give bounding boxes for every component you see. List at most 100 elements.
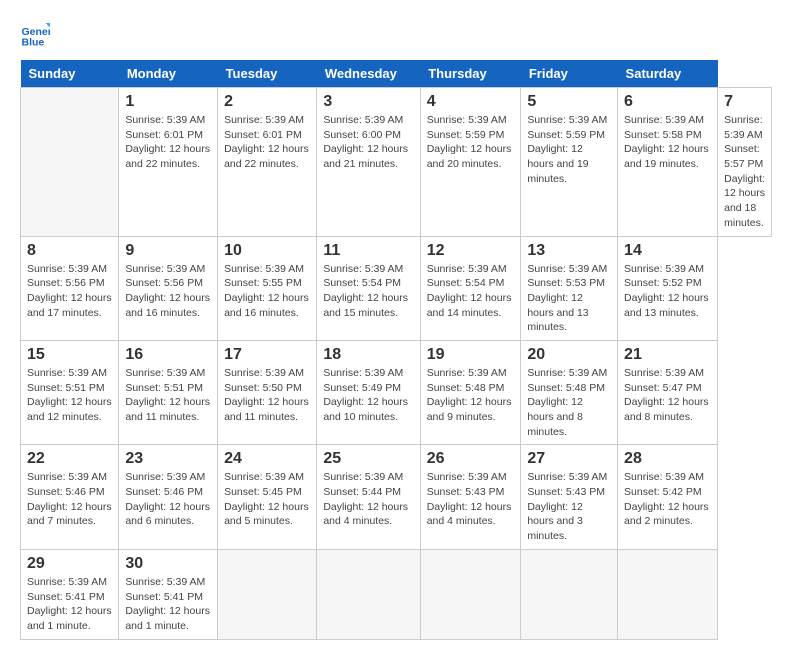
day-number: 6 — [624, 93, 711, 111]
day-number: 11 — [323, 242, 413, 260]
day-number: 29 — [27, 555, 112, 573]
day-number: 17 — [224, 346, 310, 364]
day-cell-21: 21 Sunrise: 5:39 AM Sunset: 5:47 PM Dayl… — [618, 340, 718, 444]
col-header-monday: Monday — [119, 60, 218, 88]
day-info: Sunrise: 5:39 AM Sunset: 5:48 PM Dayligh… — [527, 366, 611, 439]
day-cell-5: 5 Sunrise: 5:39 AM Sunset: 5:59 PM Dayli… — [521, 88, 618, 237]
day-cell-9: 9 Sunrise: 5:39 AM Sunset: 5:56 PM Dayli… — [119, 236, 218, 340]
day-info: Sunrise: 5:39 AM Sunset: 5:44 PM Dayligh… — [323, 470, 413, 529]
day-number: 9 — [125, 242, 211, 260]
week-row-5: 29 Sunrise: 5:39 AM Sunset: 5:41 PM Dayl… — [21, 549, 772, 639]
day-number: 24 — [224, 450, 310, 468]
day-cell-25: 25 Sunrise: 5:39 AM Sunset: 5:44 PM Dayl… — [317, 445, 420, 549]
day-info: Sunrise: 5:39 AM Sunset: 5:55 PM Dayligh… — [224, 262, 310, 321]
empty-cell — [420, 549, 521, 639]
calendar-body: 1 Sunrise: 5:39 AM Sunset: 6:01 PM Dayli… — [21, 88, 772, 640]
day-cell-15: 15 Sunrise: 5:39 AM Sunset: 5:51 PM Dayl… — [21, 340, 119, 444]
day-cell-17: 17 Sunrise: 5:39 AM Sunset: 5:50 PM Dayl… — [218, 340, 317, 444]
day-cell-20: 20 Sunrise: 5:39 AM Sunset: 5:48 PM Dayl… — [521, 340, 618, 444]
day-info: Sunrise: 5:39 AM Sunset: 5:58 PM Dayligh… — [624, 113, 711, 172]
day-number: 8 — [27, 242, 112, 260]
day-info: Sunrise: 5:39 AM Sunset: 6:01 PM Dayligh… — [125, 113, 211, 172]
logo-icon: General Blue — [20, 20, 50, 50]
day-info: Sunrise: 5:39 AM Sunset: 5:52 PM Dayligh… — [624, 262, 711, 321]
day-cell-2: 2 Sunrise: 5:39 AM Sunset: 6:01 PM Dayli… — [218, 88, 317, 237]
day-number: 20 — [527, 346, 611, 364]
day-number: 12 — [427, 242, 515, 260]
day-info: Sunrise: 5:39 AM Sunset: 5:46 PM Dayligh… — [27, 470, 112, 529]
col-header-wednesday: Wednesday — [317, 60, 420, 88]
day-info: Sunrise: 5:39 AM Sunset: 5:49 PM Dayligh… — [323, 366, 413, 425]
day-cell-14: 14 Sunrise: 5:39 AM Sunset: 5:52 PM Dayl… — [618, 236, 718, 340]
col-header-saturday: Saturday — [618, 60, 718, 88]
day-info: Sunrise: 5:39 AM Sunset: 5:41 PM Dayligh… — [125, 575, 211, 634]
empty-cell — [618, 549, 718, 639]
day-cell-29: 29 Sunrise: 5:39 AM Sunset: 5:41 PM Dayl… — [21, 549, 119, 639]
day-info: Sunrise: 5:39 AM Sunset: 6:00 PM Dayligh… — [323, 113, 413, 172]
day-number: 10 — [224, 242, 310, 260]
day-number: 22 — [27, 450, 112, 468]
day-number: 25 — [323, 450, 413, 468]
day-info: Sunrise: 5:39 AM Sunset: 5:53 PM Dayligh… — [527, 262, 611, 335]
day-info: Sunrise: 5:39 AM Sunset: 5:46 PM Dayligh… — [125, 470, 211, 529]
week-row-3: 15 Sunrise: 5:39 AM Sunset: 5:51 PM Dayl… — [21, 340, 772, 444]
day-number: 23 — [125, 450, 211, 468]
day-cell-23: 23 Sunrise: 5:39 AM Sunset: 5:46 PM Dayl… — [119, 445, 218, 549]
day-info: Sunrise: 5:39 AM Sunset: 5:42 PM Dayligh… — [624, 470, 711, 529]
day-cell-27: 27 Sunrise: 5:39 AM Sunset: 5:43 PM Dayl… — [521, 445, 618, 549]
logo: General Blue — [20, 20, 54, 50]
svg-text:Blue: Blue — [22, 37, 45, 49]
day-number: 1 — [125, 93, 211, 111]
day-number: 28 — [624, 450, 711, 468]
day-number: 15 — [27, 346, 112, 364]
day-number: 2 — [224, 93, 310, 111]
day-cell-24: 24 Sunrise: 5:39 AM Sunset: 5:45 PM Dayl… — [218, 445, 317, 549]
day-number: 7 — [724, 93, 765, 111]
day-cell-12: 12 Sunrise: 5:39 AM Sunset: 5:54 PM Dayl… — [420, 236, 521, 340]
day-number: 18 — [323, 346, 413, 364]
day-number: 16 — [125, 346, 211, 364]
day-info: Sunrise: 5:39 AM Sunset: 5:56 PM Dayligh… — [125, 262, 211, 321]
col-header-sunday: Sunday — [21, 60, 119, 88]
day-info: Sunrise: 5:39 AM Sunset: 5:54 PM Dayligh… — [323, 262, 413, 321]
day-info: Sunrise: 5:39 AM Sunset: 5:43 PM Dayligh… — [527, 470, 611, 543]
day-info: Sunrise: 5:39 AM Sunset: 5:45 PM Dayligh… — [224, 470, 310, 529]
day-cell-4: 4 Sunrise: 5:39 AM Sunset: 5:59 PM Dayli… — [420, 88, 521, 237]
day-info: Sunrise: 5:39 AM Sunset: 5:59 PM Dayligh… — [527, 113, 611, 186]
calendar-header-row: SundayMondayTuesdayWednesdayThursdayFrid… — [21, 60, 772, 88]
day-number: 26 — [427, 450, 515, 468]
day-info: Sunrise: 5:39 AM Sunset: 5:59 PM Dayligh… — [427, 113, 515, 172]
day-info: Sunrise: 5:39 AM Sunset: 5:41 PM Dayligh… — [27, 575, 112, 634]
empty-cell — [521, 549, 618, 639]
day-info: Sunrise: 5:39 AM Sunset: 5:51 PM Dayligh… — [125, 366, 211, 425]
day-number: 5 — [527, 93, 611, 111]
day-number: 14 — [624, 242, 711, 260]
day-number: 19 — [427, 346, 515, 364]
day-info: Sunrise: 5:39 AM Sunset: 5:57 PM Dayligh… — [724, 113, 765, 231]
day-info: Sunrise: 5:39 AM Sunset: 5:51 PM Dayligh… — [27, 366, 112, 425]
empty-cell — [218, 549, 317, 639]
col-header-friday: Friday — [521, 60, 618, 88]
day-info: Sunrise: 5:39 AM Sunset: 5:54 PM Dayligh… — [427, 262, 515, 321]
day-number: 13 — [527, 242, 611, 260]
day-cell-26: 26 Sunrise: 5:39 AM Sunset: 5:43 PM Dayl… — [420, 445, 521, 549]
week-row-2: 8 Sunrise: 5:39 AM Sunset: 5:56 PM Dayli… — [21, 236, 772, 340]
day-cell-3: 3 Sunrise: 5:39 AM Sunset: 6:00 PM Dayli… — [317, 88, 420, 237]
day-info: Sunrise: 5:39 AM Sunset: 5:56 PM Dayligh… — [27, 262, 112, 321]
day-info: Sunrise: 5:39 AM Sunset: 5:47 PM Dayligh… — [624, 366, 711, 425]
day-number: 21 — [624, 346, 711, 364]
day-info: Sunrise: 5:39 AM Sunset: 5:48 PM Dayligh… — [427, 366, 515, 425]
day-cell-16: 16 Sunrise: 5:39 AM Sunset: 5:51 PM Dayl… — [119, 340, 218, 444]
calendar-table: SundayMondayTuesdayWednesdayThursdayFrid… — [20, 60, 772, 640]
day-number: 27 — [527, 450, 611, 468]
day-cell-30: 30 Sunrise: 5:39 AM Sunset: 5:41 PM Dayl… — [119, 549, 218, 639]
day-info: Sunrise: 5:39 AM Sunset: 5:43 PM Dayligh… — [427, 470, 515, 529]
day-cell-10: 10 Sunrise: 5:39 AM Sunset: 5:55 PM Dayl… — [218, 236, 317, 340]
week-row-4: 22 Sunrise: 5:39 AM Sunset: 5:46 PM Dayl… — [21, 445, 772, 549]
day-cell-6: 6 Sunrise: 5:39 AM Sunset: 5:58 PM Dayli… — [618, 88, 718, 237]
day-cell-11: 11 Sunrise: 5:39 AM Sunset: 5:54 PM Dayl… — [317, 236, 420, 340]
page-header: General Blue — [20, 20, 772, 50]
empty-cell — [21, 88, 119, 237]
day-cell-7: 7 Sunrise: 5:39 AM Sunset: 5:57 PM Dayli… — [718, 88, 772, 237]
day-info: Sunrise: 5:39 AM Sunset: 6:01 PM Dayligh… — [224, 113, 310, 172]
